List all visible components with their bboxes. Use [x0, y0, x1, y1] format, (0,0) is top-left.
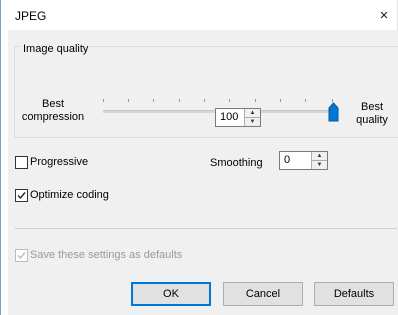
optimize-coding-checkbox[interactable]	[15, 189, 28, 202]
slider-tick	[153, 99, 154, 102]
jpeg-options-dialog: JPEG × Image quality Best compression Be…	[0, 0, 398, 315]
progressive-checkbox[interactable]	[15, 156, 28, 169]
quality-slider-thumb[interactable]	[328, 102, 339, 122]
spin-up-icon[interactable]: ▲	[312, 152, 327, 160]
spin-up-icon[interactable]: ▲	[245, 109, 260, 117]
slider-tick	[179, 99, 180, 102]
spin-down-icon[interactable]: ▼	[312, 160, 327, 169]
quality-spinbox[interactable]: 100 ▲ ▼	[215, 108, 261, 127]
optimize-coding-label[interactable]: Optimize coding	[30, 189, 109, 201]
image-quality-label: Image quality	[20, 43, 92, 55]
smoothing-value[interactable]: 0	[280, 152, 311, 169]
dialog-title: JPEG	[15, 9, 47, 23]
slider-tick	[128, 99, 129, 102]
slider-tick	[280, 99, 281, 102]
image-quality-group	[14, 46, 398, 138]
best-compression-line2: compression	[21, 111, 85, 123]
defaults-button[interactable]: Defaults	[314, 282, 394, 306]
best-compression-line1: Best	[41, 98, 64, 110]
slider-tick	[255, 99, 256, 102]
smoothing-spinbox[interactable]: 0 ▲ ▼	[279, 151, 328, 170]
slider-tick	[229, 99, 230, 102]
checkmark-icon	[17, 192, 26, 200]
dialog-body: Image quality Best compression Best qual	[8, 30, 398, 315]
best-quality-line2: quality	[356, 114, 388, 126]
close-icon[interactable]: ×	[373, 5, 395, 25]
quality-value[interactable]: 100	[216, 109, 244, 126]
best-compression-label: Best compression	[18, 98, 88, 124]
cancel-button[interactable]: Cancel	[223, 282, 303, 306]
spin-down-icon[interactable]: ▼	[245, 117, 260, 126]
best-quality-label: Best quality	[347, 101, 397, 127]
checkmark-icon	[17, 252, 26, 260]
best-quality-line1: Best	[360, 101, 383, 113]
save-defaults-checkbox	[15, 249, 28, 262]
slider-tick	[305, 99, 306, 102]
progressive-label[interactable]: Progressive	[30, 156, 88, 168]
ok-button[interactable]: OK	[131, 282, 211, 306]
save-defaults-label: Save these settings as defaults	[30, 249, 183, 261]
slider-tick	[103, 99, 104, 102]
slider-tick	[204, 99, 205, 102]
smoothing-label: Smoothing	[210, 157, 263, 169]
slider-ticks	[103, 99, 333, 103]
separator	[15, 228, 397, 229]
